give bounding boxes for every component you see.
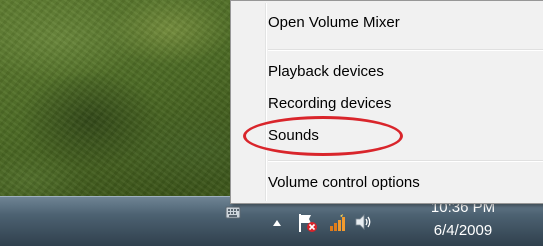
menu-item-sounds[interactable]: Sounds <box>268 127 319 144</box>
menu-separator <box>268 160 543 162</box>
menu-item-playback-devices[interactable]: Playback devices <box>268 63 384 80</box>
menu-item-open-volume-mixer[interactable]: Open Volume Mixer <box>268 14 400 31</box>
show-hidden-icons-arrow[interactable] <box>270 216 284 230</box>
menu-gutter <box>265 3 267 201</box>
network-icon[interactable] <box>326 211 350 235</box>
volume-icon[interactable] <box>352 211 374 233</box>
clock-date: 6/4/2009 <box>433 222 493 239</box>
menu-item-recording-devices[interactable]: Recording devices <box>268 95 391 112</box>
menu-item-volume-control-options[interactable]: Volume control options <box>268 174 420 191</box>
action-center-flag-icon[interactable] <box>294 211 320 235</box>
volume-context-menu: Open Volume Mixer Playback devices Recor… <box>230 0 543 204</box>
screen: 10:36 PM 6/4/2009 Open Volume Mixer Play… <box>0 0 543 246</box>
menu-separator <box>268 49 543 51</box>
keyboard-icon[interactable] <box>222 202 246 226</box>
